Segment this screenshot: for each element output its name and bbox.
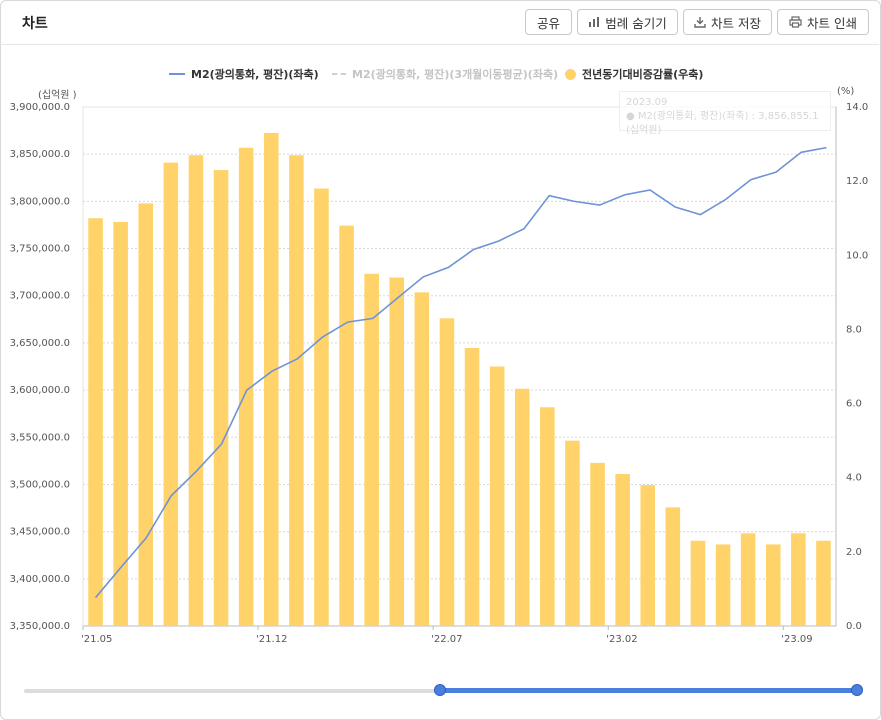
left-axis-tick-label: 3,450,000.0 bbox=[10, 527, 70, 538]
yoy-bar bbox=[188, 155, 204, 626]
yoy-bar bbox=[389, 277, 405, 626]
hover-tooltip: 2023.09 ● M2(광의통화, 평잔)(좌축) : 3,856,855.1… bbox=[619, 91, 831, 136]
yoy-bar bbox=[665, 507, 681, 626]
yoy-bar bbox=[816, 540, 831, 626]
right-axis-tick-label: 2.0 bbox=[846, 547, 862, 558]
yoy-bar bbox=[565, 440, 580, 626]
right-axis-tick-label: 10.0 bbox=[846, 250, 868, 261]
yoy-bar bbox=[138, 203, 154, 626]
tooltip-value: ● M2(광의통화, 평잔)(좌축) : 3,856,855.1 (십억원) bbox=[626, 111, 819, 136]
yoy-bar bbox=[414, 292, 430, 626]
x-axis-tick-label: '22.07 bbox=[431, 634, 462, 645]
yoy-bar bbox=[439, 318, 455, 626]
x-axis-tick-label: '23.02 bbox=[606, 634, 637, 645]
right-axis-tick-label: 8.0 bbox=[846, 324, 862, 335]
yoy-bar bbox=[464, 347, 480, 626]
left-axis-tick-label: 3,550,000.0 bbox=[10, 432, 70, 443]
yoy-bar bbox=[540, 407, 555, 626]
yoy-bar bbox=[489, 366, 505, 626]
left-axis-tick-label: 3,900,000.0 bbox=[10, 102, 70, 113]
yoy-bar bbox=[640, 485, 656, 626]
left-axis-tick-label: 3,600,000.0 bbox=[10, 385, 70, 396]
yoy-bar bbox=[113, 221, 128, 626]
yoy-bar bbox=[339, 225, 354, 626]
x-axis-tick-label: '21.12 bbox=[256, 634, 287, 645]
range-start-handle[interactable] bbox=[434, 684, 446, 696]
tooltip-date: 2023.09 bbox=[626, 97, 668, 108]
yoy-bar bbox=[615, 474, 630, 626]
yoy-bar bbox=[163, 162, 179, 626]
left-axis-tick-label: 3,650,000.0 bbox=[10, 338, 70, 349]
range-end-handle[interactable] bbox=[851, 684, 863, 696]
yoy-bar bbox=[364, 273, 379, 626]
right-axis-tick-label: 0.0 bbox=[846, 621, 862, 632]
yoy-bar bbox=[765, 544, 781, 626]
range-slider-track[interactable] bbox=[24, 689, 440, 693]
yoy-bar bbox=[715, 544, 731, 626]
left-axis-tick-label: 3,800,000.0 bbox=[10, 196, 70, 207]
yoy-bar bbox=[690, 540, 706, 626]
yoy-bar bbox=[791, 533, 806, 626]
yoy-bar bbox=[289, 155, 304, 626]
right-axis-tick-label: 6.0 bbox=[846, 399, 862, 410]
left-axis-tick-label: 3,700,000.0 bbox=[10, 291, 70, 302]
yoy-bar bbox=[514, 388, 530, 626]
left-axis-tick-label: 3,500,000.0 bbox=[10, 479, 70, 490]
yoy-bar bbox=[263, 132, 279, 626]
range-slider-selection[interactable] bbox=[440, 688, 857, 693]
m2-series-line bbox=[94, 146, 827, 599]
right-axis-tick-label: 4.0 bbox=[846, 473, 862, 484]
left-axis-tick-label: 3,750,000.0 bbox=[10, 244, 70, 255]
yoy-bar bbox=[213, 170, 229, 626]
left-axis-tick-label: 3,850,000.0 bbox=[10, 149, 70, 160]
x-axis-tick-label: '21.05 bbox=[81, 634, 112, 645]
yoy-bar bbox=[740, 533, 756, 626]
left-axis-tick-label: 3,400,000.0 bbox=[10, 574, 70, 585]
yoy-bar bbox=[590, 462, 605, 626]
left-axis-tick-label: 3,350,000.0 bbox=[10, 621, 70, 632]
right-axis-tick-label: 12.0 bbox=[846, 176, 868, 187]
yoy-bar bbox=[314, 188, 329, 627]
yoy-bar bbox=[88, 218, 103, 626]
x-axis-tick-label: '23.09 bbox=[781, 634, 812, 645]
right-axis-tick-label: 14.0 bbox=[846, 102, 868, 113]
